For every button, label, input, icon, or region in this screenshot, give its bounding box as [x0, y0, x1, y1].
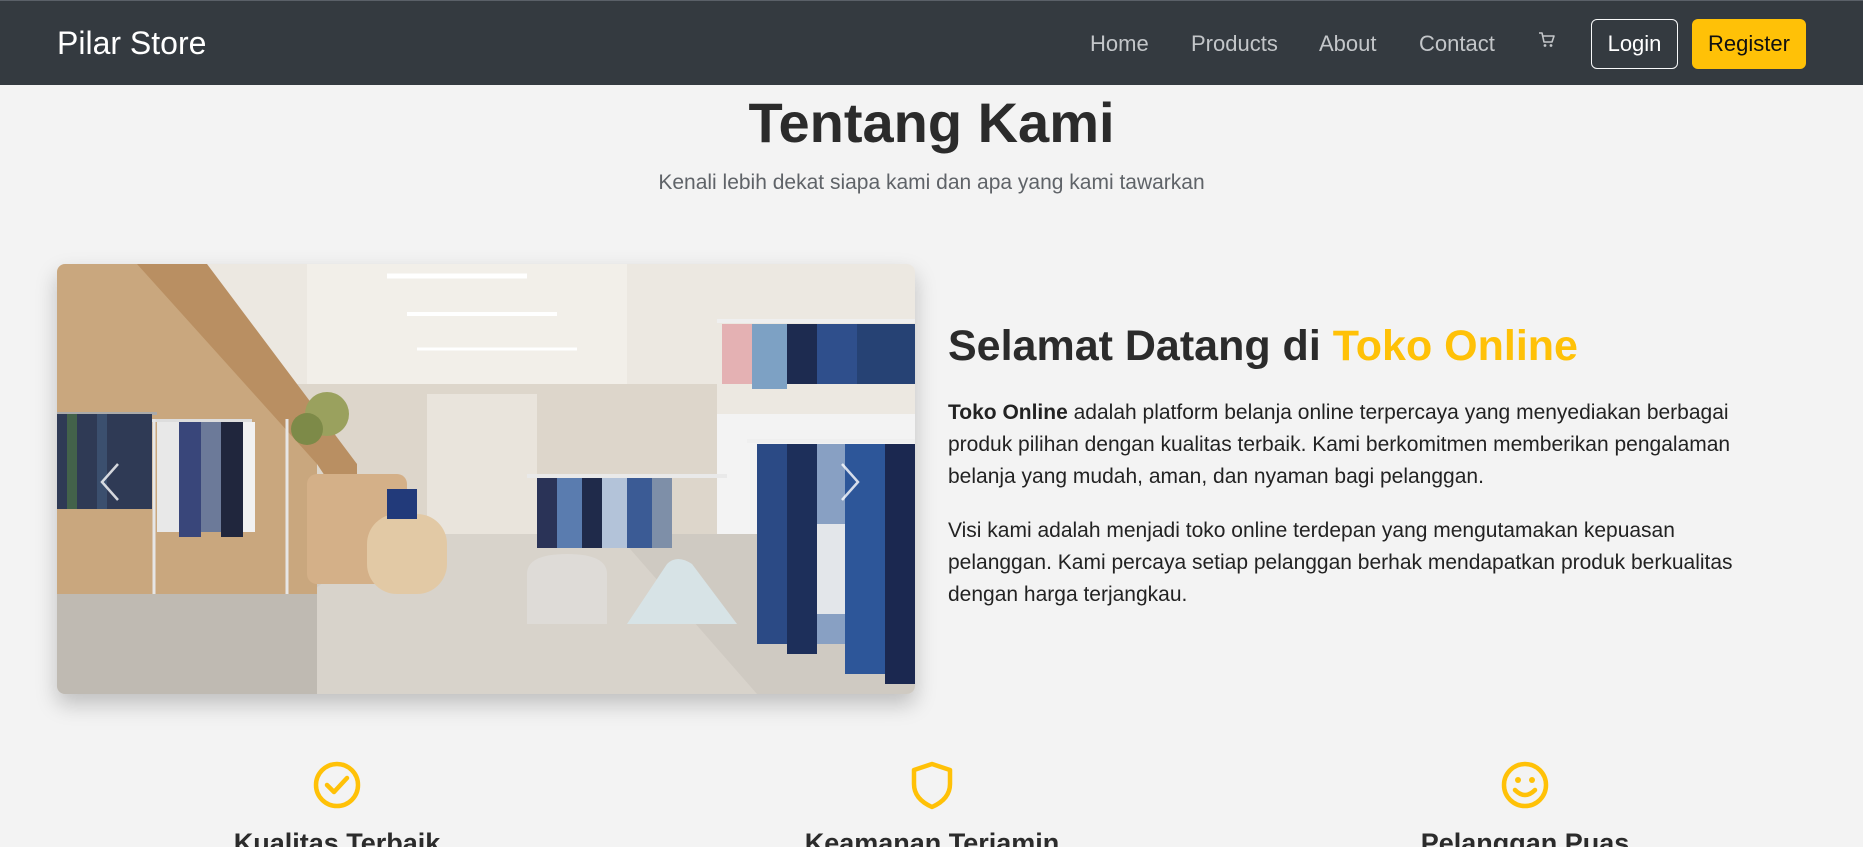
feature-title-security: Keamanan Terjamin	[804, 828, 1060, 847]
feature-title-quality: Kualitas Terbaik	[233, 828, 441, 847]
welcome-heading-accent: Toko Online	[1332, 322, 1578, 370]
nav-link-contact[interactable]: Contact	[1419, 31, 1495, 57]
check-circle-icon	[313, 761, 361, 809]
about-paragraph-1-bold: Toko Online	[948, 401, 1068, 424]
nav-link-about[interactable]: About	[1319, 31, 1377, 57]
carousel-next-icon[interactable]	[836, 460, 864, 504]
navbar: Pilar Store Home Products About Contact …	[0, 0, 1863, 85]
feature-title-satisfaction: Pelanggan Puas	[1420, 828, 1630, 847]
brand-logo[interactable]: Pilar Store	[57, 25, 206, 62]
carousel-prev-icon[interactable]	[96, 460, 124, 504]
page-title: Tentang Kami	[748, 91, 1115, 154]
about-paragraph-1: Toko Online adalah platform belanja onli…	[948, 397, 1768, 493]
nav-link-products[interactable]: Products	[1191, 31, 1278, 57]
store-image-carousel	[57, 264, 915, 694]
page-subtitle: Kenali lebih dekat siapa kami dan apa ya…	[658, 171, 1205, 194]
store-interior-image	[57, 264, 915, 694]
register-button[interactable]: Register	[1692, 19, 1806, 69]
welcome-heading-prefix: Selamat Datang di	[948, 322, 1333, 370]
nav-link-home[interactable]: Home	[1090, 31, 1149, 57]
smile-icon	[1501, 761, 1549, 809]
shield-icon	[911, 761, 953, 810]
about-paragraph-2: Visi kami adalah menjadi toko online ter…	[948, 519, 1733, 606]
welcome-heading: Selamat Datang di Toko Online	[948, 322, 1578, 371]
login-button[interactable]: Login	[1591, 19, 1678, 69]
cart-icon[interactable]	[1538, 31, 1556, 49]
